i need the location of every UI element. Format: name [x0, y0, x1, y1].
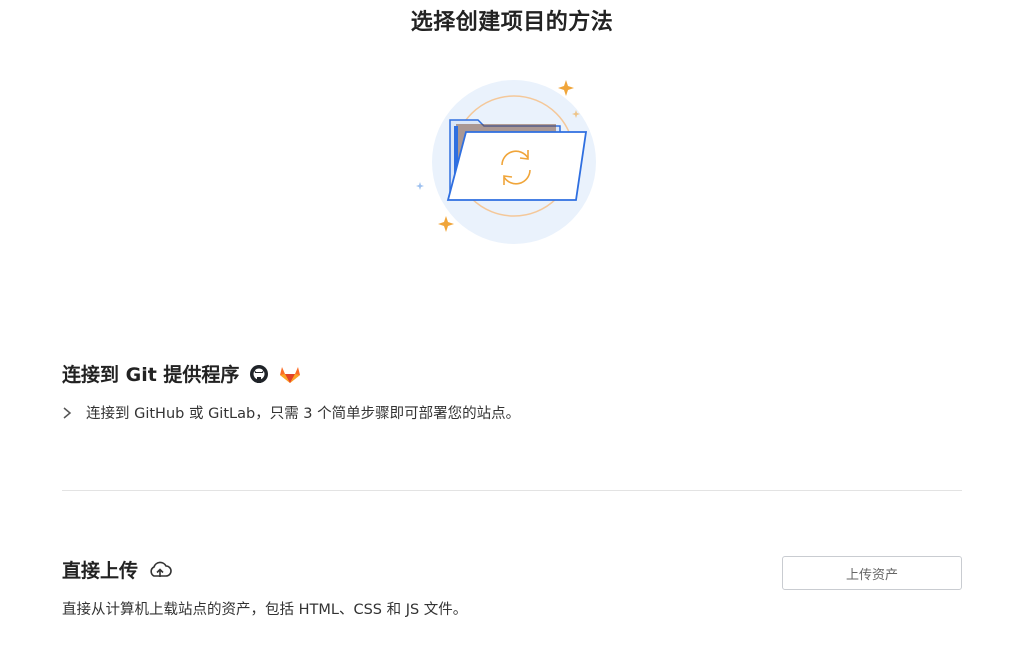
github-icon	[249, 364, 269, 384]
git-provider-expand-row[interactable]: 连接到 GitHub 或 GitLab，只需 3 个简单步骤即可部署您的站点。	[62, 402, 520, 423]
git-provider-description: 连接到 GitHub 或 GitLab，只需 3 个简单步骤即可部署您的站点。	[86, 406, 521, 422]
folder-illustration	[408, 70, 608, 250]
section-divider	[62, 490, 962, 491]
git-provider-title: 连接到 Git 提供程序	[62, 364, 240, 386]
gitlab-icon	[279, 364, 301, 384]
upload-assets-button[interactable]: 上传资产	[782, 556, 962, 590]
cloud-upload-icon	[148, 561, 172, 579]
page-title: 选择创建项目的方法	[410, 10, 614, 35]
direct-upload-title: 直接上传	[62, 560, 139, 582]
git-provider-heading: 连接到 Git 提供程序	[62, 360, 301, 387]
chevron-right-icon	[62, 406, 80, 419]
direct-upload-description: 直接从计算机上载站点的资产，包括 HTML、CSS 和 JS 文件。	[62, 602, 468, 618]
direct-upload-heading: 直接上传	[62, 556, 172, 583]
